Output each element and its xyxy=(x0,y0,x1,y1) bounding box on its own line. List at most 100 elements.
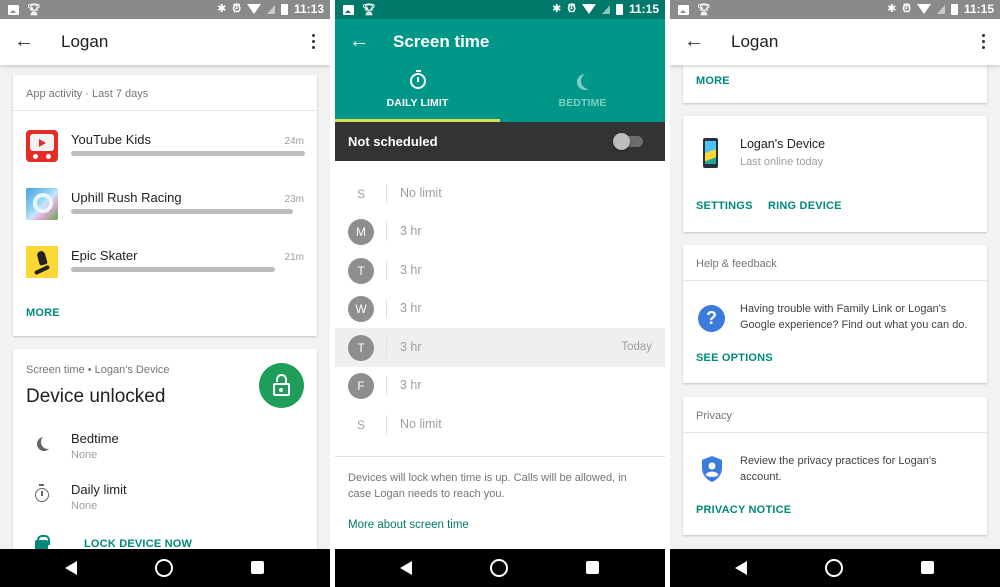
day-row[interactable]: F 3 hr xyxy=(335,366,665,405)
day-limit: 3 hr xyxy=(400,224,422,238)
page-title: Screen time xyxy=(393,32,490,51)
wifi-icon xyxy=(916,4,931,14)
nav-home-icon[interactable] xyxy=(825,559,843,577)
app-row[interactable]: Epic Skater 21m xyxy=(13,246,317,294)
day-badge: F xyxy=(348,373,374,399)
tab-bar: DAILY LIMIT BEDTIME xyxy=(335,65,665,122)
day-limit: 3 hr xyxy=(400,340,422,354)
ring-device-button[interactable]: RING DEVICE xyxy=(768,200,842,212)
image-notification-icon xyxy=(343,5,354,15)
day-limit: 3 hr xyxy=(400,263,422,277)
card-header: Help & feedback xyxy=(683,245,987,281)
battery-icon xyxy=(615,3,623,15)
status-bar: 🏆︎ ✱ ⏰︎ 11:13 xyxy=(0,0,330,19)
see-options-button[interactable]: SEE OPTIONS xyxy=(696,352,773,364)
day-row[interactable]: S No limit xyxy=(335,174,665,213)
overflow-menu-icon[interactable] xyxy=(312,34,316,49)
schedule-toggle[interactable] xyxy=(613,133,643,150)
phone-screen-child-overview: 🏆︎ ✱ ⏰︎ 11:13 ← Logan App activity · Las… xyxy=(0,0,330,587)
bluetooth-icon: ✱ xyxy=(552,3,562,15)
divider xyxy=(386,184,387,203)
app-row[interactable]: YouTube Kids 24m xyxy=(13,130,317,178)
daily-limit-row[interactable]: Daily limit None xyxy=(13,482,317,522)
bedtime-row[interactable]: Bedtime None xyxy=(13,431,317,471)
alarm-icon: ⏰︎ xyxy=(232,3,241,15)
nav-recents-icon[interactable] xyxy=(586,561,599,574)
cell-signal-icon xyxy=(936,4,945,14)
back-arrow-icon[interactable]: ← xyxy=(14,29,34,53)
trophy-icon: 🏆︎ xyxy=(697,4,711,16)
screen-time-note: Devices will lock when time is up. Calls… xyxy=(348,472,627,500)
bluetooth-icon: ✱ xyxy=(887,3,897,15)
alarm-icon: ⏰︎ xyxy=(902,3,911,15)
app-name: YouTube Kids xyxy=(71,132,151,147)
app-usage-time: 24m xyxy=(284,136,304,147)
status-time: 11:13 xyxy=(293,2,324,16)
device-card: Logan's Device Last online today SETTING… xyxy=(683,116,987,232)
phone-screen-child-details: 🏆︎ ✱ ⏰︎ 11:15 ← Logan MORE Logan's Devic… xyxy=(670,0,1000,587)
app-activity-card: App activity · Last 7 days YouTube Kids … xyxy=(13,75,317,336)
back-arrow-icon[interactable]: ← xyxy=(684,29,704,53)
nav-recents-icon[interactable] xyxy=(921,561,934,574)
daily-limit-label: Daily limit xyxy=(71,482,127,497)
nav-home-icon[interactable] xyxy=(490,559,508,577)
privacy-notice-button[interactable]: PRIVACY NOTICE xyxy=(696,504,791,516)
divider xyxy=(386,261,387,280)
more-about-screen-time-link[interactable]: More about screen time xyxy=(348,519,469,531)
nav-home-icon[interactable] xyxy=(155,559,173,577)
tab-label: BEDTIME xyxy=(558,97,607,109)
today-label: Today xyxy=(621,341,652,353)
wifi-icon xyxy=(246,4,261,14)
settings-button[interactable]: SETTINGS xyxy=(696,200,753,212)
timer-icon xyxy=(409,70,426,89)
nav-back-icon[interactable] xyxy=(65,561,77,575)
device-status-title: Device unlocked xyxy=(26,386,166,407)
card-header: Privacy xyxy=(683,397,987,433)
day-row[interactable]: W 3 hr xyxy=(335,289,665,328)
moon-icon xyxy=(581,73,597,89)
wifi-icon xyxy=(581,4,596,14)
navigation-bar xyxy=(0,549,330,587)
status-time: 11:15 xyxy=(628,2,659,16)
tab-bedtime[interactable]: BEDTIME xyxy=(500,65,665,122)
app-bar: ← Screen time xyxy=(335,19,665,65)
nav-back-icon[interactable] xyxy=(400,561,412,575)
cell-signal-icon xyxy=(601,4,610,14)
epic-skater-icon xyxy=(26,246,58,278)
card-header: App activity · Last 7 days xyxy=(13,75,317,111)
back-arrow-icon[interactable]: ← xyxy=(349,29,369,53)
day-badge: T xyxy=(348,258,374,284)
moon-icon xyxy=(35,435,51,451)
day-limit: No limit xyxy=(400,417,442,431)
privacy-text: Review the privacy practices for Logan's… xyxy=(740,455,937,483)
nav-back-icon[interactable] xyxy=(735,561,747,575)
day-badge: M xyxy=(348,219,374,245)
day-row[interactable]: T 3 hr xyxy=(335,251,665,290)
app-name: Epic Skater xyxy=(71,248,138,263)
day-badge: W xyxy=(348,296,374,322)
bedtime-value: None xyxy=(71,449,98,461)
image-notification-icon xyxy=(8,5,19,15)
overflow-menu-icon[interactable] xyxy=(982,34,986,49)
help-text: Having trouble with Family Link or Logan… xyxy=(740,303,968,331)
app-row[interactable]: Uphill Rush Racing 23m xyxy=(13,188,317,236)
divider xyxy=(386,415,387,434)
tab-daily-limit[interactable]: DAILY LIMIT xyxy=(335,65,500,122)
divider xyxy=(386,299,387,318)
timer-icon xyxy=(35,484,51,502)
page-title: Logan xyxy=(61,32,109,51)
app-bar: ← Logan xyxy=(0,19,330,65)
more-button[interactable]: MORE xyxy=(26,307,60,319)
app-name: Uphill Rush Racing xyxy=(71,190,182,205)
battery-icon xyxy=(280,3,288,15)
unlock-toggle-button[interactable] xyxy=(259,363,304,408)
device-last-online: Last online today xyxy=(740,156,824,168)
cell-signal-icon xyxy=(266,4,275,14)
day-badge: S xyxy=(356,187,365,201)
more-button[interactable]: MORE xyxy=(696,75,730,87)
bluetooth-icon: ✱ xyxy=(217,3,227,15)
day-row-today[interactable]: T 3 hr Today xyxy=(335,328,665,367)
nav-recents-icon[interactable] xyxy=(251,561,264,574)
day-row[interactable]: M 3 hr xyxy=(335,212,665,251)
day-row[interactable]: S No limit xyxy=(335,405,665,444)
